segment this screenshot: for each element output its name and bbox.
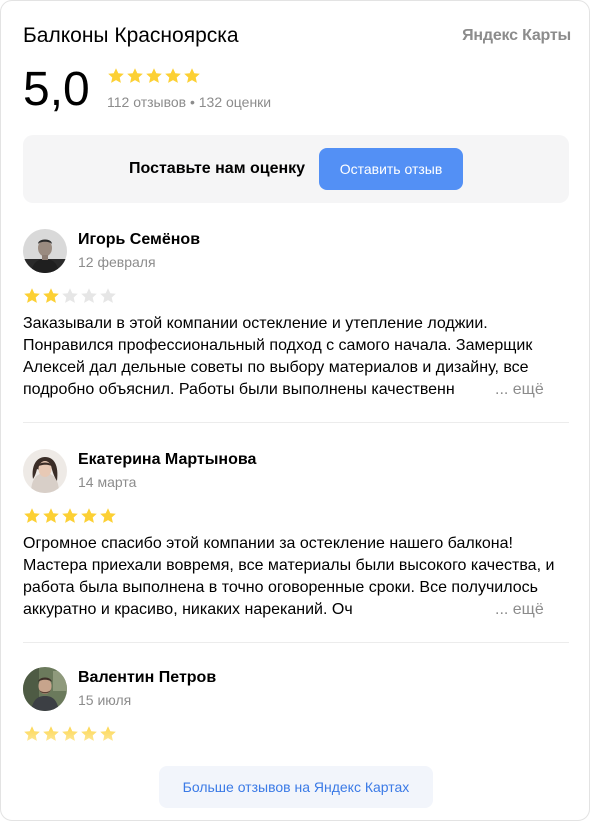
avatar	[23, 449, 67, 493]
read-more-link[interactable]: ... ещё	[481, 599, 544, 621]
review-date: 12 февраля	[78, 254, 156, 270]
star-icon	[42, 287, 60, 305]
rating-summary: 5,0 112 отзывов • 132 оценки	[23, 63, 571, 119]
star-icon	[99, 287, 117, 305]
star-icon	[164, 67, 182, 85]
star-icon	[126, 67, 144, 85]
yandex-maps-logo[interactable]: Яндекс Карты	[462, 26, 571, 46]
review-stars	[23, 287, 118, 307]
star-icon	[23, 287, 41, 305]
more-reviews-button[interactable]: Больше отзывов на Яндекс Картах	[159, 766, 433, 808]
star-icon	[145, 67, 163, 85]
star-icon	[183, 67, 201, 85]
star-icon	[80, 287, 98, 305]
review-stars	[23, 507, 118, 527]
read-more-link[interactable]: ... ещё	[481, 379, 544, 401]
rate-us-text: Поставьте нам оценку	[129, 160, 306, 177]
rate-us-banner: Поставьте нам оценку Оставить отзыв	[23, 135, 569, 203]
review-date: 14 марта	[78, 474, 137, 490]
review-item: Екатерина Мартынова 14 марта Огромное сп…	[23, 449, 569, 629]
reviews-widget: Балконы Красноярска Яндекс Карты 5,0 112…	[0, 0, 590, 821]
rating-counts: 112 отзывов • 132 оценки	[107, 94, 272, 110]
review-author: Валентин Петров	[78, 669, 217, 686]
star-icon	[80, 507, 98, 525]
divider	[23, 422, 569, 423]
rating-value: 5,0	[23, 63, 90, 116]
star-icon	[99, 507, 117, 525]
list-fade-overlay	[1, 719, 589, 759]
star-icon	[23, 507, 41, 525]
rating-stars	[107, 67, 202, 87]
review-author: Екатерина Мартынова	[78, 451, 257, 468]
leave-review-button[interactable]: Оставить отзыв	[319, 148, 463, 190]
review-date: 15 июля	[78, 692, 132, 708]
avatar	[23, 667, 67, 711]
star-icon	[42, 507, 60, 525]
avatar	[23, 229, 67, 273]
star-icon	[61, 287, 79, 305]
divider	[23, 642, 569, 643]
review-author: Игорь Семёнов	[78, 231, 201, 248]
star-icon	[61, 507, 79, 525]
widget-header: Балконы Красноярска Яндекс Карты	[23, 23, 571, 51]
organization-name-link[interactable]: Балконы Красноярска	[23, 23, 239, 49]
star-icon	[107, 67, 125, 85]
review-item: Игорь Семёнов 12 февраля Заказывали в эт…	[23, 229, 569, 409]
